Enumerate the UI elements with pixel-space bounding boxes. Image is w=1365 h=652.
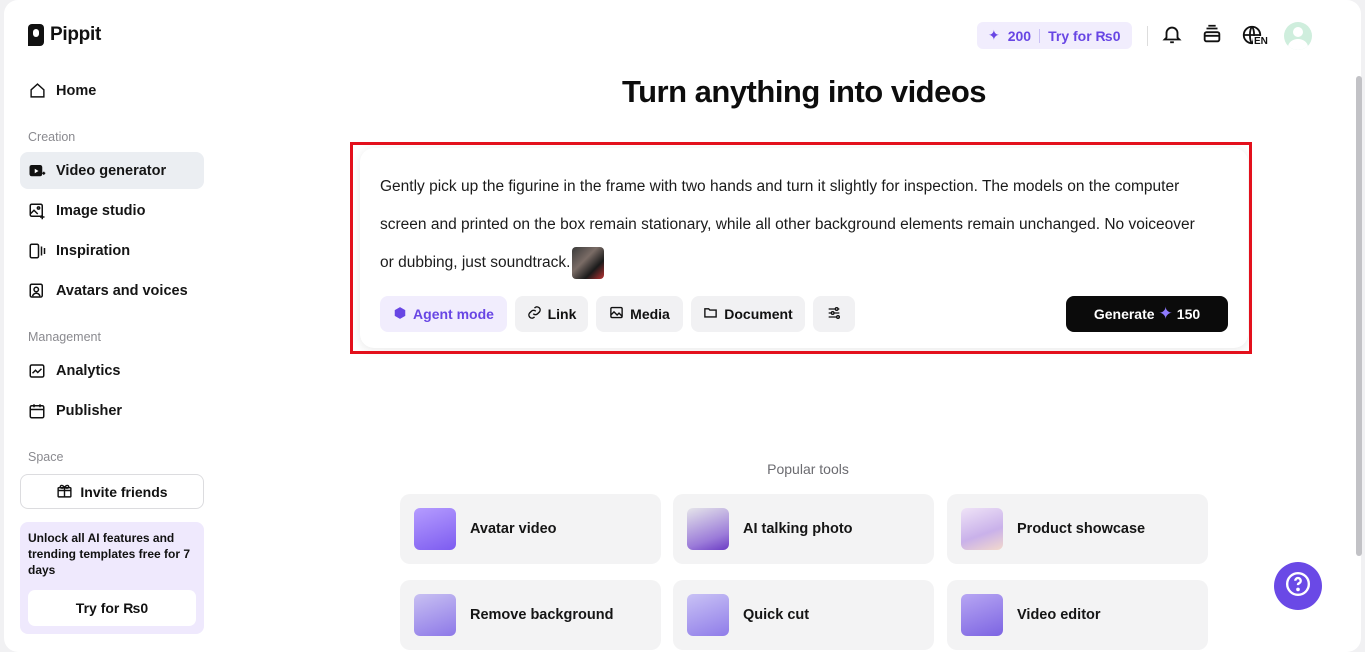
avatar-video-thumbnail — [414, 508, 456, 550]
page-scrollbar[interactable] — [1356, 76, 1362, 556]
section-label-creation: Creation — [28, 130, 76, 144]
language-code: EN — [1253, 36, 1269, 47]
quick-cut-thumbnail — [687, 594, 729, 636]
inspiration-icon — [28, 242, 46, 260]
sidebar-item-video-generator[interactable]: Video generator — [20, 152, 204, 189]
video-plus-icon — [28, 162, 46, 180]
analytics-icon — [28, 362, 46, 380]
tool-label: Avatar video — [470, 521, 557, 537]
selection-highlight — [350, 142, 1252, 354]
section-label-space: Space — [28, 450, 64, 464]
sidebar-item-analytics[interactable]: Analytics — [20, 352, 204, 389]
sidebar-item-label: Inspiration — [56, 242, 131, 259]
tool-ai-talking-photo[interactable]: AI talking photo — [673, 494, 934, 564]
topbar-divider — [1147, 26, 1148, 46]
calendar-icon — [28, 402, 46, 420]
sparkle-icon: ✦ — [988, 27, 1000, 43]
pippit-logo-icon — [28, 24, 44, 46]
user-avatar[interactable] — [1284, 22, 1312, 50]
logo-text: Pippit — [50, 24, 101, 45]
talking-photo-thumbnail — [687, 508, 729, 550]
image-plus-icon — [28, 202, 46, 220]
sidebar-item-label: Video generator — [56, 162, 167, 179]
home-icon — [28, 82, 46, 100]
tool-label: Remove background — [470, 607, 614, 623]
sidebar-item-label: Image studio — [56, 202, 146, 219]
sidebar-item-avatars-and-voices[interactable]: Avatars and voices — [20, 272, 204, 309]
video-editor-thumbnail — [961, 594, 1003, 636]
section-label-management: Management — [28, 330, 101, 344]
notification-button[interactable] — [1160, 24, 1184, 48]
tool-label: AI talking photo — [743, 521, 853, 537]
sidebar-item-label: Avatars and voices — [56, 282, 188, 299]
sidebar-item-label: Home — [56, 82, 97, 99]
sidebar-item-image-studio[interactable]: Image studio — [20, 192, 204, 229]
sidebar-item-label: Analytics — [56, 362, 121, 379]
sidebar-item-home[interactable]: Home — [20, 72, 204, 109]
promo-try-button[interactable]: Try for ₨0 — [28, 590, 196, 626]
globe-icon: EN — [1241, 24, 1271, 48]
tool-video-editor[interactable]: Video editor — [947, 580, 1208, 650]
credits-separator — [1039, 28, 1041, 43]
question-mark-icon — [1285, 571, 1311, 602]
gift-icon — [56, 482, 73, 502]
tool-avatar-video[interactable]: Avatar video — [400, 494, 661, 564]
sidebar-item-publisher[interactable]: Publisher — [20, 392, 204, 429]
credits-count: 200 — [1007, 27, 1032, 44]
tool-label: Quick cut — [743, 607, 810, 623]
sidebar-item-inspiration[interactable]: Inspiration — [20, 232, 204, 269]
page-title: Turn anything into videos — [621, 74, 987, 109]
remove-background-thumbnail — [414, 594, 456, 636]
logo[interactable]: Pippit — [28, 24, 101, 46]
avatar-icon — [28, 282, 46, 300]
help-button[interactable] — [1274, 562, 1322, 610]
language-button[interactable]: EN — [1240, 24, 1272, 48]
subscription-button[interactable] — [1200, 24, 1224, 48]
credits-badge[interactable]: ✦ 200 Try for ₨0 — [977, 22, 1132, 49]
try-for-link[interactable]: Try for ₨0 — [1048, 28, 1120, 44]
sidebar-item-label: Publisher — [56, 402, 123, 419]
tool-remove-background[interactable]: Remove background — [400, 580, 661, 650]
product-showcase-thumbnail — [961, 508, 1003, 550]
tool-product-showcase[interactable]: Product showcase — [947, 494, 1208, 564]
stack-icon — [1201, 23, 1223, 50]
tool-label: Product showcase — [1017, 521, 1146, 537]
bell-icon — [1161, 23, 1183, 50]
sidebar: Pippit Home Creation Video generator Ima… — [4, 0, 216, 652]
invite-friends-button[interactable]: Invite friends — [20, 474, 204, 509]
promo-card: Unlock all AI features and trending temp… — [20, 522, 204, 634]
invite-friends-label: Invite friends — [80, 483, 168, 500]
tool-label: Video editor — [1017, 607, 1101, 623]
tool-quick-cut[interactable]: Quick cut — [673, 580, 934, 650]
promo-text: Unlock all AI features and trending temp… — [28, 531, 191, 577]
popular-tools-label: Popular tools — [767, 461, 849, 477]
app-frame: Pippit Home Creation Video generator Ima… — [4, 0, 1361, 652]
